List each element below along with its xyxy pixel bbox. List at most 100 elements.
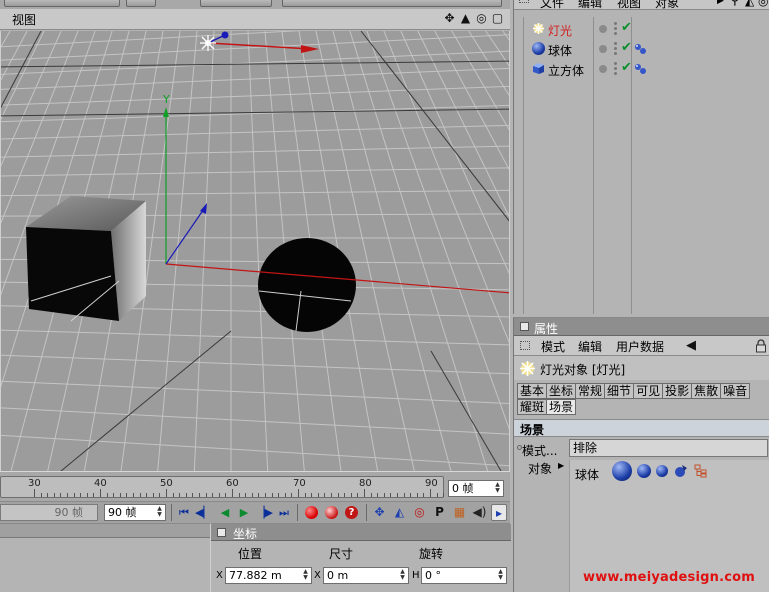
axis-y-label: Y: [162, 93, 170, 106]
shading-toggle-icon[interactable]: [637, 464, 651, 478]
tab-visibility[interactable]: 可见: [633, 383, 663, 399]
lock-icon[interactable]: [755, 339, 767, 353]
spinner-arrows-icon[interactable]: ▲ ▼: [155, 506, 164, 519]
menu-view[interactable]: 视图: [617, 0, 641, 11]
move-icon[interactable]: ✥: [443, 11, 456, 25]
current-frame-field[interactable]: 0 帧 ▲ ▼: [448, 480, 504, 497]
tab-caustics[interactable]: 焦散: [691, 383, 721, 399]
more-options-icon[interactable]: ▸: [491, 504, 507, 521]
menu-edit[interactable]: 编辑: [578, 0, 602, 11]
menu-file[interactable]: 文件: [540, 0, 564, 11]
toolbar-button[interactable]: [126, 0, 156, 7]
rotate-key-icon[interactable]: ◭: [391, 504, 408, 521]
tab-lens-flare[interactable]: 耀斑: [517, 399, 547, 415]
rotate-icon[interactable]: ▲: [459, 11, 472, 25]
menu-objects[interactable]: 对象: [655, 0, 679, 11]
object-row-sphere[interactable]: 球体 ✔: [514, 39, 769, 59]
size-x-value: 0 m: [327, 569, 349, 582]
render-visibility-dots-icon[interactable]: [614, 22, 617, 35]
3d-viewport[interactable]: Y: [0, 31, 510, 471]
play-backward-icon[interactable]: ◀: [217, 504, 233, 521]
sphere-icon: [612, 461, 632, 481]
tab-general[interactable]: 常规: [575, 383, 605, 399]
record-icon[interactable]: [305, 506, 318, 519]
panel-toggle-icon[interactable]: [217, 528, 226, 537]
specular-toggle-icon[interactable]: [674, 464, 688, 478]
toolbar-button[interactable]: [282, 0, 502, 7]
object-name[interactable]: 立方体: [548, 62, 584, 79]
move-key-icon[interactable]: ✥: [371, 504, 388, 521]
editor-visibility-dot-icon[interactable]: [599, 65, 607, 73]
panel-grip-icon[interactable]: [520, 341, 530, 350]
go-to-start-icon[interactable]: ⏮: [176, 504, 192, 521]
spinner-arrows-icon[interactable]: ▲ ▼: [496, 569, 505, 582]
autokey-icon[interactable]: [325, 506, 338, 519]
menu-user-data[interactable]: 用户数据: [616, 338, 664, 355]
object-name[interactable]: 灯光: [548, 22, 572, 39]
back-arrow-icon[interactable]: ◀: [686, 339, 696, 352]
menu-mode[interactable]: 模式: [541, 338, 565, 355]
back-icon[interactable]: ◭: [745, 0, 754, 8]
navigate-icon[interactable]: ◎: [758, 0, 768, 8]
tab-basic[interactable]: 基本: [517, 383, 547, 399]
spinner-arrows-icon[interactable]: ▲ ▼: [398, 569, 407, 582]
viewport-header: 视图 ✥ ▲ ◎ ▢: [0, 9, 510, 30]
preview-max-frame-field[interactable]: 90 帧 ▲ ▼: [104, 504, 166, 521]
viewport-canvas[interactable]: Y: [1, 31, 509, 471]
maximize-icon[interactable]: ▢: [491, 11, 504, 25]
rotation-header: 旋转: [419, 547, 444, 561]
object-row-light[interactable]: 灯光 ✔: [514, 19, 769, 39]
sphere-object[interactable]: [258, 238, 356, 332]
play-forward-icon[interactable]: ▶: [236, 504, 252, 521]
rot-h-field[interactable]: 0 ° ▲ ▼: [421, 567, 507, 584]
menu-edit[interactable]: 编辑: [578, 338, 602, 355]
tab-shadow[interactable]: 投影: [662, 383, 692, 399]
tab-noise[interactable]: 噪音: [720, 383, 751, 399]
sound-icon[interactable]: ◀): [471, 504, 488, 521]
toolbar-button[interactable]: [200, 0, 272, 7]
tab-scene[interactable]: 场景: [546, 399, 577, 415]
cube-object[interactable]: [26, 196, 146, 322]
panel-grip-icon[interactable]: [519, 0, 529, 3]
size-x-field[interactable]: 0 m ▲ ▼: [323, 567, 409, 584]
enabled-check-icon[interactable]: ✔: [621, 40, 632, 55]
render-visibility-dots-icon[interactable]: [614, 62, 617, 75]
object-name[interactable]: 球体: [548, 42, 572, 59]
spinner-arrows-icon[interactable]: ▲ ▼: [301, 569, 310, 582]
go-to-end-icon[interactable]: ⏭: [276, 504, 292, 521]
enabled-check-icon[interactable]: ✔: [621, 20, 632, 35]
viewport-view-menu[interactable]: 视图: [12, 11, 36, 28]
editor-visibility-dot-icon[interactable]: [599, 45, 607, 53]
enabled-check-icon[interactable]: ✔: [621, 60, 632, 75]
object-row-cube[interactable]: 立方体 ✔: [514, 59, 769, 79]
shadow-toggle-icon[interactable]: [656, 465, 668, 477]
zoom-icon[interactable]: ◎: [475, 11, 488, 25]
spinner-arrows-icon[interactable]: ▲ ▼: [493, 482, 502, 495]
objects-entry-name[interactable]: 球体: [575, 466, 599, 483]
timeline-ruler[interactable]: 30 40 50 60 70 80 90: [0, 476, 491, 498]
menu-more-icon[interactable]: ▶: [717, 0, 724, 6]
hierarchy-icon[interactable]: [694, 464, 708, 478]
attributes-object-row: 灯光对象 [灯光]: [514, 356, 769, 380]
tab-coord[interactable]: 坐标: [546, 383, 576, 399]
param-key-icon[interactable]: P: [431, 504, 448, 521]
panel-toggle-icon[interactable]: [520, 322, 529, 331]
ruler-tick: [416, 493, 418, 497]
pos-x-field[interactable]: 77.882 m ▲ ▼: [225, 567, 312, 584]
pla-key-icon[interactable]: ▦: [451, 504, 468, 521]
help-icon[interactable]: ?: [345, 506, 358, 519]
editor-visibility-dot-icon[interactable]: [599, 25, 607, 33]
mode-dropdown[interactable]: 排除: [569, 439, 768, 457]
step-back-icon[interactable]: ◀▏: [195, 504, 212, 521]
preview-min-frame-field[interactable]: 90 帧: [0, 504, 98, 521]
toolbar-button[interactable]: [4, 0, 120, 7]
search-icon[interactable]: ⚲: [730, 0, 740, 8]
objects-expand-arrow-icon[interactable]: ▶: [558, 461, 564, 470]
material-tag-icon[interactable]: [634, 63, 648, 75]
material-tag-icon[interactable]: [634, 43, 648, 55]
scale-key-icon[interactable]: ◎: [411, 504, 428, 521]
step-forward-icon[interactable]: ▕▶: [256, 504, 273, 521]
ruler-tick: [192, 493, 194, 497]
tab-details[interactable]: 细节: [604, 383, 634, 399]
render-visibility-dots-icon[interactable]: [614, 42, 617, 55]
